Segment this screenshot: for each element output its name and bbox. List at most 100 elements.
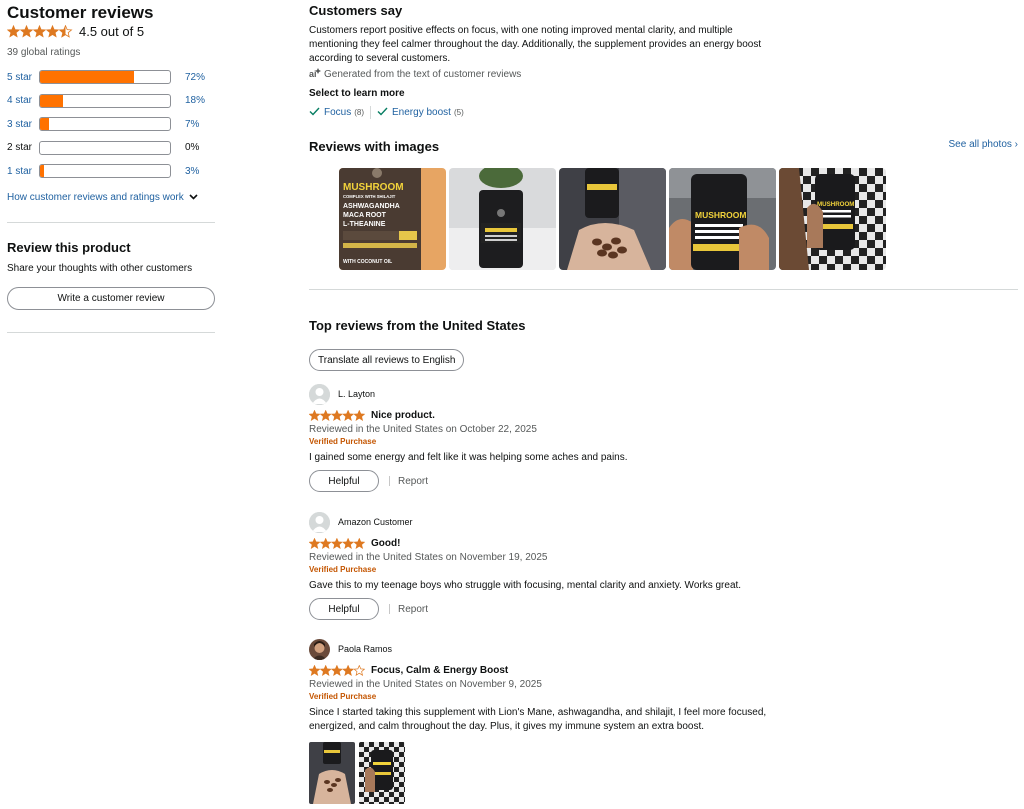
- how-reviews-work-link[interactable]: How customer reviews and ratings work: [7, 192, 198, 203]
- histogram-bar: [39, 140, 171, 155]
- histogram-bar[interactable]: [39, 70, 171, 84]
- reviews-with-images-heading: Reviews with images: [309, 139, 440, 154]
- avatar[interactable]: [309, 638, 330, 660]
- histogram-bar-fill: [40, 71, 134, 83]
- verified-purchase-badge[interactable]: Verified Purchase: [309, 692, 1018, 701]
- report-link[interactable]: Report: [398, 476, 428, 487]
- review-title[interactable]: Good!: [371, 538, 400, 549]
- histogram-bar[interactable]: [39, 93, 171, 108]
- review-title[interactable]: Nice product.: [371, 410, 435, 421]
- review-image-thumbnail[interactable]: MUSHROOM: [779, 168, 886, 270]
- customers-say-heading: Customers say: [309, 3, 403, 18]
- review-author-name[interactable]: Amazon Customer: [338, 517, 413, 527]
- verified-purchase-badge[interactable]: Verified Purchase: [309, 565, 1018, 574]
- star-icon: [319, 538, 332, 549]
- avatar[interactable]: [309, 511, 330, 533]
- star-icon: [342, 410, 355, 421]
- checkmark-icon: [377, 107, 388, 119]
- review-title[interactable]: Focus, Calm & Energy Boost: [371, 665, 508, 676]
- histogram-row[interactable]: 1 star 3%: [7, 164, 215, 178]
- review-image-thumbnail[interactable]: MUSHROOM COMPLEX WITH SHILAJIT ASHWAGAND…: [339, 168, 446, 270]
- review-image-thumbnail[interactable]: [559, 168, 666, 270]
- label-mushroom: MUSHROOM: [695, 210, 746, 220]
- review-image-thumbnail[interactable]: [309, 742, 355, 804]
- star-icon: [319, 410, 332, 421]
- review-image-thumbnail[interactable]: MUSHROOM: [669, 168, 776, 270]
- chip-count: (5): [453, 108, 464, 117]
- review-product-subtext: Share your thoughts with other customers: [7, 263, 193, 274]
- ai-note-text: Generated from the text of customer revi…: [324, 68, 522, 80]
- review-author-row: L. Layton: [309, 383, 1018, 405]
- star-icon: [319, 665, 332, 676]
- star-icon: [330, 665, 343, 676]
- histogram-percent[interactable]: 18%: [185, 95, 205, 106]
- avatar[interactable]: [309, 383, 330, 405]
- star-icon: [330, 410, 343, 421]
- select-to-learn-more: Select to learn more: [309, 88, 405, 99]
- helpful-button[interactable]: Helpful: [309, 470, 379, 492]
- review-author-row: Paola Ramos: [309, 638, 1018, 660]
- chip-focus[interactable]: Focus (8): [309, 107, 364, 119]
- review-date: Reviewed in the United States on October…: [309, 424, 537, 435]
- see-all-photos-link[interactable]: See all photos ›: [949, 139, 1019, 150]
- review-image-thumbnail[interactable]: [449, 168, 556, 270]
- histogram-percent[interactable]: 3%: [185, 166, 199, 177]
- ai-generated-note: ai Generated from the text of customer r…: [309, 68, 521, 80]
- review-image-strip: MUSHROOM COMPLEX WITH SHILAJIT ASHWAGAND…: [339, 168, 889, 270]
- label-theanine: L-THEANINE: [343, 221, 386, 228]
- review-author-name[interactable]: L. Layton: [338, 389, 375, 399]
- review-body: Gave this to my teenage boys who struggl…: [309, 580, 742, 591]
- verified-purchase-badge[interactable]: Verified Purchase: [309, 437, 1018, 446]
- label-coconut-oil: WITH COCONUT OIL: [343, 259, 392, 265]
- review-body: Since I started taking this supplement w…: [309, 707, 767, 732]
- review-title-row: Focus, Calm & Energy Boost: [309, 665, 1018, 676]
- histogram-bar-fill: [40, 165, 44, 177]
- histogram-percent[interactable]: 7%: [185, 119, 199, 130]
- label-ashwagandha: ASHWAGANDHA: [343, 203, 400, 210]
- chip-separator: [370, 106, 372, 119]
- histogram-percent[interactable]: 72%: [185, 72, 205, 83]
- review-stars-icon: [309, 538, 365, 549]
- review-card: Paola Ramos Focus, Calm & Energy Boost R…: [309, 638, 1018, 804]
- label-maca: MACA ROOT: [343, 212, 387, 219]
- review-card: L. Layton Nice product. Reviewed in the …: [309, 383, 1018, 492]
- action-separator: [389, 604, 390, 614]
- histogram-bar-fill: [40, 94, 64, 107]
- chip-energy-boost[interactable]: Energy boost (5): [377, 107, 464, 119]
- divider: [7, 332, 215, 333]
- aspect-chips: Focus (8) Energy boost (5): [309, 106, 464, 119]
- label-mushroom: MUSHROOM: [343, 182, 404, 193]
- histogram-bar[interactable]: [39, 164, 171, 178]
- histogram-percent: 0%: [185, 142, 200, 153]
- histogram-bar[interactable]: [39, 117, 171, 131]
- histogram-star-label[interactable]: 5 star: [7, 72, 39, 83]
- divider: [7, 222, 215, 223]
- histogram-row[interactable]: 3 star 7%: [7, 117, 215, 131]
- histogram-row[interactable]: 5 star 72%: [7, 70, 215, 84]
- star-icon: [353, 410, 365, 421]
- review-image-thumbnail[interactable]: [359, 742, 405, 804]
- review-author-name[interactable]: Paola Ramos: [338, 644, 392, 654]
- write-review-button[interactable]: Write a customer review: [7, 287, 215, 310]
- star-icon: [309, 410, 321, 421]
- star-icon: [353, 665, 365, 676]
- histogram-bar-fill: [40, 118, 50, 130]
- translate-reviews-button[interactable]: Translate all reviews to English: [309, 349, 465, 371]
- review-body: I gained some energy and felt like it wa…: [309, 452, 628, 463]
- star-icon: [330, 538, 343, 549]
- checkmark-icon: [309, 107, 320, 119]
- label-complex: COMPLEX WITH SHILAJIT: [343, 194, 396, 199]
- top-reviews-heading: Top reviews from the United States: [309, 318, 526, 333]
- histogram-star-label[interactable]: 3 star: [7, 119, 39, 130]
- star-icon: [309, 538, 321, 549]
- chip-label: Focus: [324, 107, 352, 118]
- customers-say-summary: Customers report positive effects on foc…: [309, 25, 762, 64]
- helpful-button[interactable]: Helpful: [309, 598, 379, 620]
- customer-reviews-heading: Customer reviews: [7, 3, 154, 22]
- report-link[interactable]: Report: [398, 604, 428, 615]
- chip-count: (8): [354, 108, 365, 117]
- histogram-star-label[interactable]: 4 star: [7, 95, 39, 106]
- histogram-row[interactable]: 4 star 18%: [7, 93, 215, 108]
- histogram-star-label[interactable]: 1 star: [7, 166, 39, 177]
- review-images: [309, 742, 1018, 804]
